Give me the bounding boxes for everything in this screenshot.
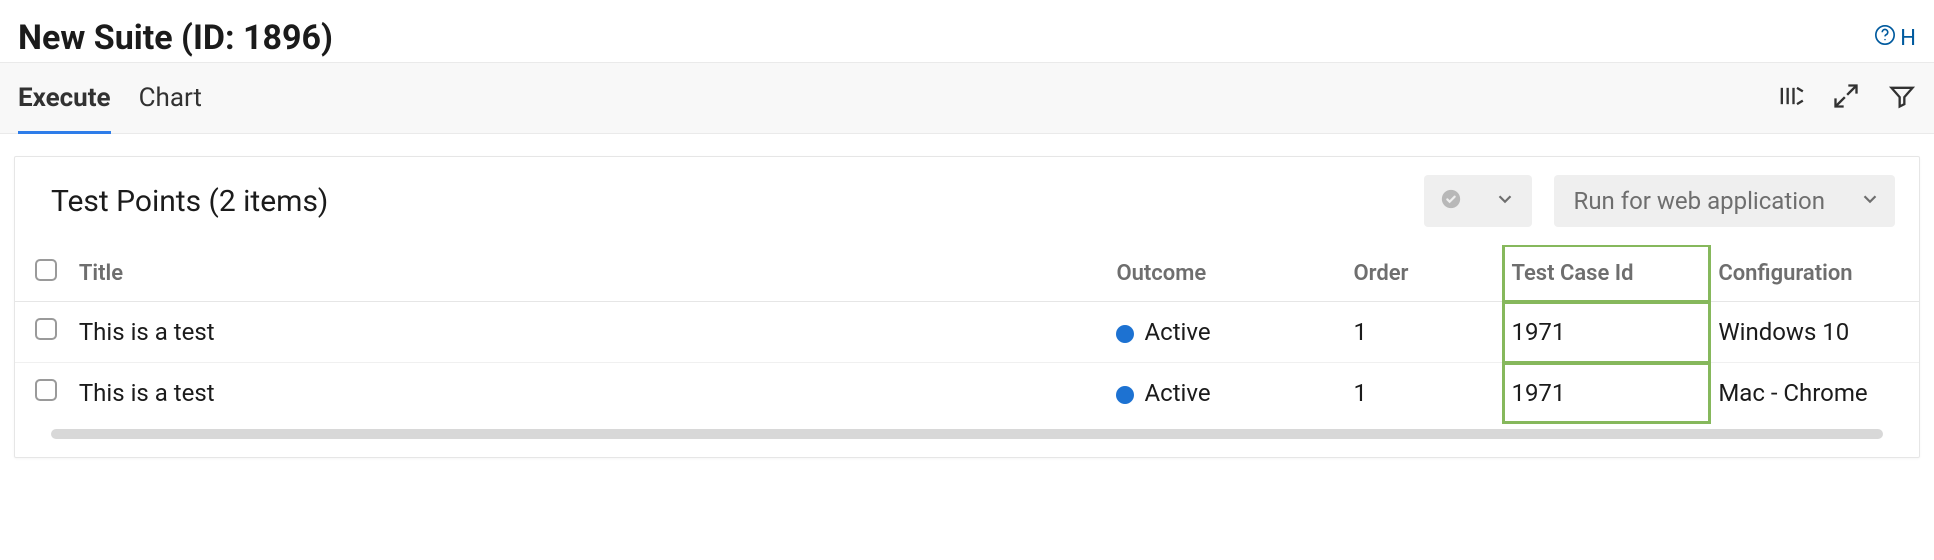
table-row[interactable]: This is a test Active 11971Windows 10: [15, 302, 1919, 363]
select-all-checkbox[interactable]: [35, 259, 57, 281]
status-dot-icon: [1116, 325, 1134, 343]
tab-chart[interactable]: Chart: [139, 63, 202, 133]
mark-outcome-chevron[interactable]: [1478, 175, 1532, 227]
cell-title: This is a test: [71, 302, 1109, 363]
column-options-button[interactable]: [1776, 82, 1804, 114]
status-dot-icon: [1116, 386, 1134, 404]
outcome-label: Active: [1144, 379, 1210, 407]
chevron-down-icon: [1494, 188, 1516, 214]
outcome-action-split[interactable]: [1424, 175, 1532, 227]
table-row[interactable]: This is a test Active 11971Mac - Chrome: [15, 363, 1919, 424]
cell-configuration: Mac - Chrome: [1710, 363, 1919, 424]
col-header-title[interactable]: Title: [71, 245, 1109, 302]
cell-order: 1: [1345, 363, 1503, 424]
cell-outcome: Active: [1108, 363, 1345, 424]
test-points-table: Title Outcome Order Test Case Id Configu…: [15, 245, 1919, 423]
help-icon: [1874, 24, 1896, 52]
filter-button[interactable]: [1888, 82, 1916, 114]
tab-execute[interactable]: Execute: [18, 63, 111, 133]
cell-outcome: Active: [1108, 302, 1345, 363]
tab-bar: Execute Chart: [0, 62, 1934, 134]
cell-title: This is a test: [71, 363, 1109, 424]
row-checkbox[interactable]: [35, 318, 57, 340]
fullscreen-button[interactable]: [1832, 82, 1860, 114]
expand-icon: [1832, 82, 1860, 114]
run-button-chevron[interactable]: [1845, 175, 1895, 227]
run-button[interactable]: Run for web application: [1554, 175, 1845, 227]
cell-order: 1: [1345, 302, 1503, 363]
outcome-label: Active: [1144, 318, 1210, 346]
help-link[interactable]: H: [1874, 24, 1916, 52]
col-header-order[interactable]: Order: [1345, 245, 1503, 302]
row-checkbox[interactable]: [35, 379, 57, 401]
col-header-configuration[interactable]: Configuration: [1710, 245, 1919, 302]
mark-outcome-button[interactable]: [1424, 175, 1478, 227]
test-points-panel: Test Points (2 items): [14, 156, 1920, 458]
check-circle-icon: [1440, 188, 1462, 214]
columns-icon: [1776, 82, 1804, 114]
cell-test-case-id: 1971: [1503, 363, 1710, 424]
col-header-outcome[interactable]: Outcome: [1108, 245, 1345, 302]
panel-title: Test Points (2 items): [51, 184, 328, 219]
page-title: New Suite (ID: 1896): [18, 18, 333, 58]
cell-configuration: Windows 10: [1710, 302, 1919, 363]
col-header-test-case-id[interactable]: Test Case Id: [1503, 245, 1710, 302]
horizontal-scrollbar[interactable]: [51, 429, 1883, 439]
help-label: H: [1900, 26, 1916, 51]
filter-icon: [1888, 82, 1916, 114]
cell-test-case-id: 1971: [1503, 302, 1710, 363]
chevron-down-icon: [1859, 188, 1881, 214]
run-button-split[interactable]: Run for web application: [1554, 175, 1895, 227]
